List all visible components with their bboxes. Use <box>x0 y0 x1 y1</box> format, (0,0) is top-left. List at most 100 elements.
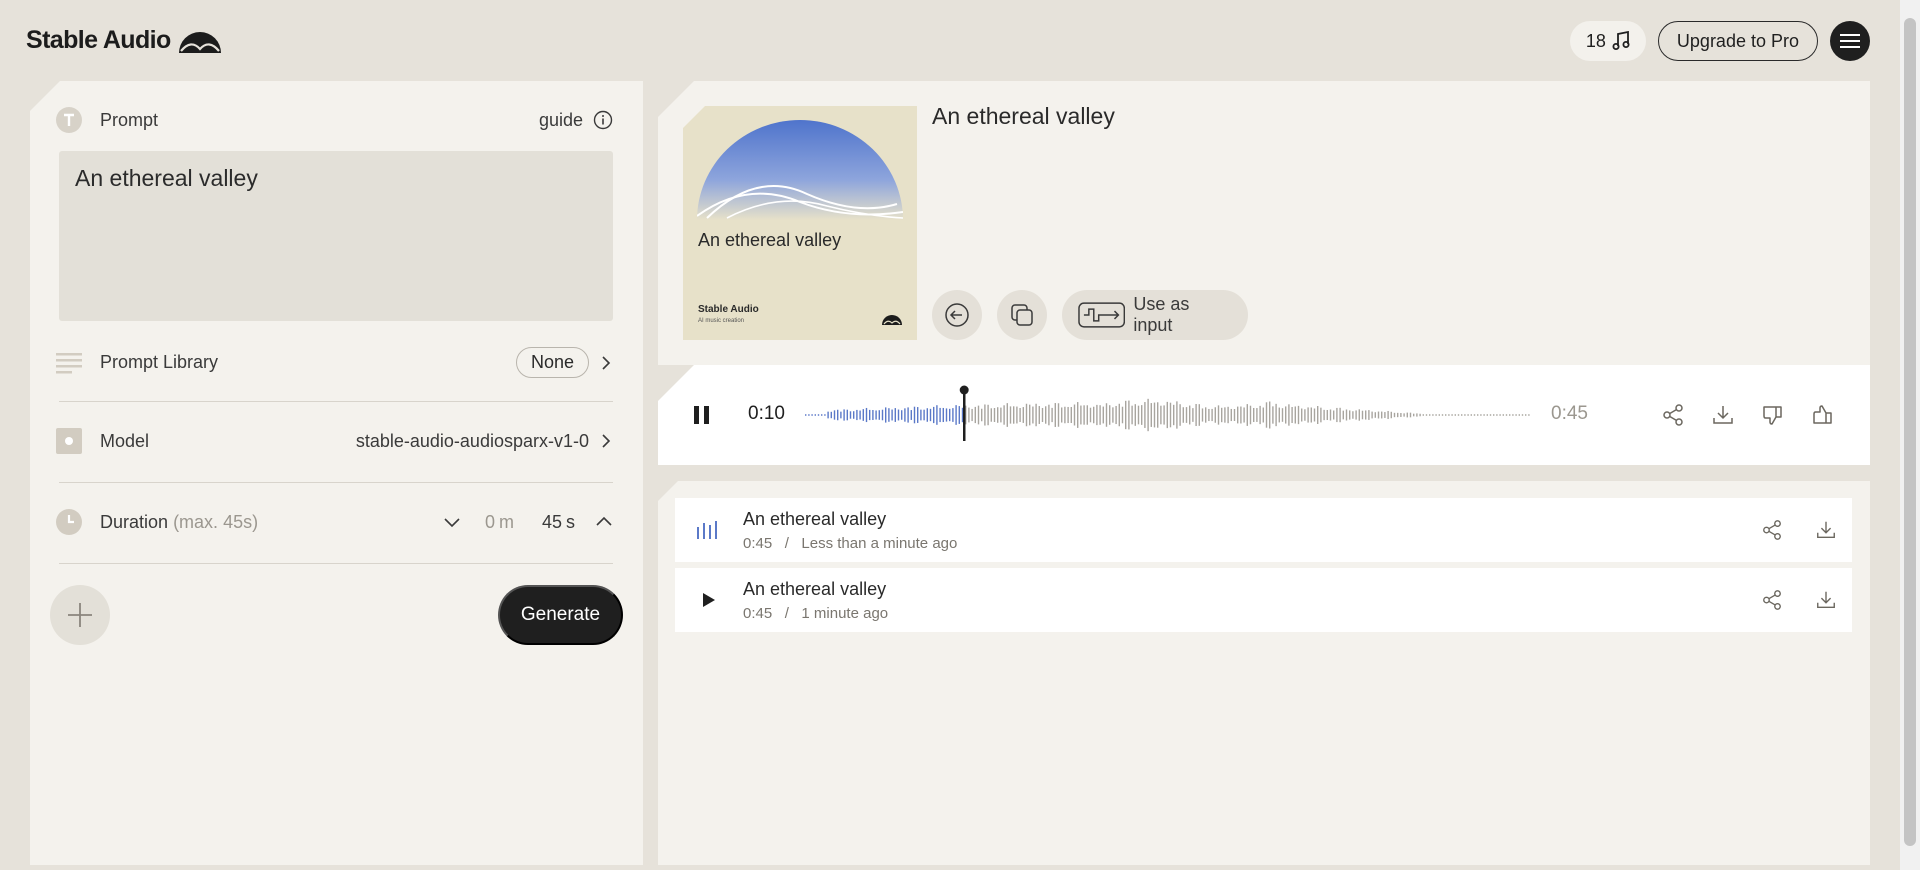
text-icon <box>56 107 82 133</box>
add-button[interactable] <box>50 585 110 645</box>
waveform-bar <box>981 408 983 422</box>
waveform-bar <box>1006 403 1008 427</box>
pause-button[interactable] <box>688 401 716 429</box>
waveform-bar <box>1528 414 1530 416</box>
waveform-bar <box>949 408 951 422</box>
waveform-bar <box>923 409 925 421</box>
upgrade-button[interactable]: Upgrade to Pro <box>1657 21 1818 61</box>
credits-badge[interactable]: 18 <box>1569 21 1646 61</box>
waveform-bar <box>1035 403 1037 427</box>
waveform-bar <box>929 408 932 422</box>
download-button[interactable] <box>1813 587 1839 613</box>
share-button[interactable] <box>1759 587 1785 613</box>
waveform-bar <box>1451 414 1453 416</box>
waveform-bar <box>1483 414 1485 416</box>
download-icon <box>1713 406 1733 424</box>
duration-minutes[interactable]: 0 <box>485 512 495 533</box>
thumbs-down-icon <box>1763 406 1782 425</box>
history-item-title: An ethereal valley <box>743 509 887 529</box>
page-scrollbar[interactable] <box>1900 0 1920 870</box>
prompt-input[interactable]: An ethereal valley <box>59 151 613 321</box>
thumbs-down-button[interactable] <box>1759 401 1787 429</box>
waveform-bar <box>1486 414 1488 416</box>
waveform-bar <box>833 410 836 420</box>
waveform-bar <box>1384 412 1386 418</box>
history-item[interactable]: An ethereal valley 0:45 / Less than a mi… <box>675 498 1852 562</box>
play-button[interactable] <box>695 587 721 613</box>
divider <box>59 563 613 564</box>
chevron-down-icon[interactable] <box>443 516 461 528</box>
waveform-bar <box>1291 406 1293 424</box>
waveform-bar <box>933 406 935 424</box>
waveform-bar <box>1112 407 1114 423</box>
waveform-bar <box>990 408 992 422</box>
playhead-knob[interactable] <box>959 385 969 395</box>
waveform-bar <box>1048 404 1050 426</box>
waveform-bar <box>1201 408 1204 422</box>
waveform-bar <box>1499 414 1501 416</box>
share-icon <box>1763 520 1781 540</box>
waveform-bar <box>987 404 989 426</box>
waveform-bar <box>1419 413 1421 417</box>
share-button[interactable] <box>1659 401 1687 429</box>
now-playing-icon[interactable] <box>695 517 721 543</box>
duration-seconds[interactable]: 45 <box>542 512 562 533</box>
waveform-bar <box>1432 414 1434 416</box>
waveform-bar <box>865 407 868 423</box>
menu-button[interactable] <box>1830 21 1870 61</box>
waveform-bar <box>859 410 861 420</box>
prompt-library-row[interactable]: Prompt Library None <box>56 347 613 378</box>
generate-button[interactable]: Generate <box>498 585 623 645</box>
waveform-bar <box>1179 404 1181 426</box>
waveform[interactable] <box>804 385 1532 445</box>
waveform-bar <box>808 414 810 416</box>
waveform-bar <box>1163 405 1165 425</box>
waveform-bar <box>1208 408 1210 422</box>
waveform-bar <box>843 409 845 421</box>
waveform-bar <box>1368 410 1370 420</box>
waveform-bar <box>1169 402 1172 428</box>
waveform-bar <box>1310 407 1312 423</box>
chevron-right-icon <box>602 434 611 448</box>
waveform-bar <box>1393 412 1396 418</box>
waveform-bar <box>885 407 887 423</box>
waveform-bar <box>1147 398 1149 432</box>
history-item[interactable]: An ethereal valley 0:45 / 1 minute ago <box>675 568 1852 632</box>
share-button[interactable] <box>1759 517 1785 543</box>
scrollbar-thumb[interactable] <box>1904 18 1916 846</box>
current-time: 0:10 <box>748 403 785 424</box>
waveform-bar <box>1448 414 1450 416</box>
download-button[interactable] <box>1709 401 1737 429</box>
waveform-bar <box>904 408 906 422</box>
plus-icon <box>68 603 92 627</box>
use-as-input-button[interactable]: Use as input <box>1062 290 1248 340</box>
waveform-bar <box>1361 410 1364 420</box>
guide-link[interactable]: guide <box>539 110 613 131</box>
playhead[interactable] <box>963 389 966 441</box>
chevron-up-icon[interactable] <box>595 516 613 528</box>
clock-icon <box>56 509 82 535</box>
waveform-bar <box>1377 411 1380 419</box>
waveform-bar <box>1256 408 1258 422</box>
waveform-bar <box>1438 414 1440 416</box>
download-button[interactable] <box>1813 517 1839 543</box>
waveform-bar <box>894 408 896 422</box>
waveform-bar <box>869 409 871 421</box>
waveform-bar <box>1118 403 1120 427</box>
generation-panel: Prompt guide An ethereal valley Prompt L… <box>30 81 643 865</box>
app-logo[interactable]: Stable Audio <box>26 26 223 55</box>
waveform-bar <box>1182 407 1184 423</box>
waveform-bar <box>952 408 954 422</box>
duplicate-button[interactable] <box>997 290 1047 340</box>
waveform-bar <box>1064 406 1066 424</box>
duration-row: Duration (max. 45s) 0 m 45 s <box>56 509 613 535</box>
waveform-bar <box>1083 405 1085 425</box>
extend-button[interactable] <box>932 290 982 340</box>
waveform-bar <box>1387 410 1389 420</box>
waveform-bar <box>853 411 855 419</box>
waveform-bar <box>1313 408 1316 422</box>
prompt-library-value[interactable]: None <box>515 347 589 378</box>
model-row[interactable]: Model stable-audio-audiosparx-v1-0 <box>56 428 613 454</box>
guide-label: guide <box>538 109 583 130</box>
thumbs-up-button[interactable] <box>1809 401 1837 429</box>
